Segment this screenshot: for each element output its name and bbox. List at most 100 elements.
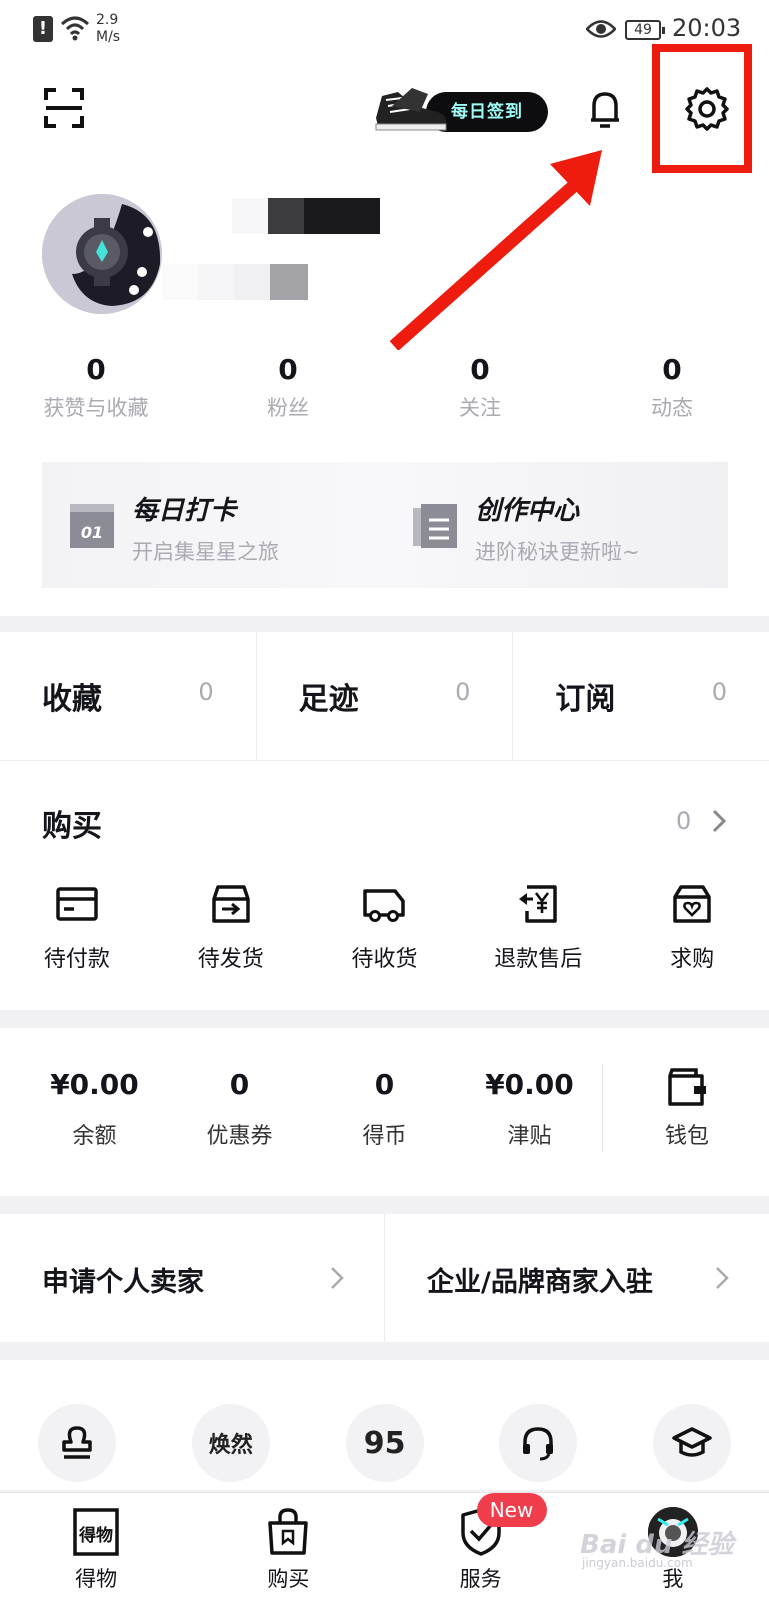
feature-title: 创作中心 (475, 496, 580, 526)
creator-center-card[interactable]: 创作中心 进阶秘诀更新啦~ (385, 462, 728, 588)
purchase-count[interactable]: 0 (676, 807, 691, 835)
nav-label: 购买 (267, 1567, 310, 1591)
stat-value: 0 (662, 353, 682, 386)
tool-text: 95 (363, 1425, 406, 1461)
daily-punch-card[interactable]: 01 每日打卡 开启集星星之旅 (42, 462, 385, 588)
history-entry[interactable]: 足迹 0 (257, 632, 514, 760)
tool-text: 焕然 (208, 1433, 253, 1458)
tool-95[interactable]: 95 (308, 1360, 462, 1490)
order-wanted[interactable]: 求购 (615, 883, 769, 973)
personal-seller-entry[interactable]: 申请个人卖家 (0, 1214, 385, 1342)
bell-icon[interactable] (583, 86, 627, 130)
profile-header: 每日签到 0 获赞与收藏 0 粉丝 0 关注 0 动态 01 每日打卡 开启集星… (0, 44, 769, 616)
wallet-label: 优惠券 (206, 1124, 273, 1149)
stat-label: 粉丝 (267, 396, 309, 420)
truck-icon (363, 889, 406, 922)
wallet-label: 津贴 (507, 1124, 552, 1149)
order-pending-receipt[interactable]: 待收货 (308, 883, 462, 973)
username-redacted (232, 198, 380, 234)
favorites-entry[interactable]: 收藏 0 (0, 632, 257, 760)
shopping-bag-icon (268, 1508, 309, 1555)
order-refund[interactable]: 退款售后 (461, 883, 615, 973)
collect-row: 收藏 0 足迹 0 订阅 0 (0, 632, 769, 760)
alert-icon: ! (33, 16, 53, 42)
stat-value: 0 (86, 353, 106, 386)
seller-row: 申请个人卖家 企业/品牌商家入驻 (0, 1214, 769, 1342)
new-badge: New (476, 1493, 547, 1527)
stat-value: 0 (470, 353, 490, 386)
divider (602, 1064, 603, 1152)
wallet-allowance[interactable]: ¥0.00 津贴 (457, 1066, 602, 1150)
chevron-right-icon (331, 1267, 344, 1289)
feature-subtitle: 开启集星星之旅 (132, 540, 279, 564)
nav-purchase[interactable]: 购买 (192, 1493, 384, 1600)
brand-merchant-entry[interactable]: 企业/品牌商家入驻 (385, 1214, 769, 1342)
95-icon: 95 (345, 1404, 424, 1482)
wallet-balances: ¥0.00 余额 0 优惠券 0 得币 ¥0.00 津贴 (22, 1066, 602, 1150)
tool-appraisal[interactable] (0, 1360, 154, 1490)
tool-academy[interactable] (615, 1360, 769, 1490)
document-icon (413, 504, 457, 548)
collect-count: 0 (711, 678, 728, 706)
order-pending-payment[interactable]: 待付款 (0, 883, 154, 973)
wallet-balance[interactable]: ¥0.00 余额 (22, 1066, 167, 1150)
card-icon (56, 887, 98, 921)
scan-icon[interactable] (44, 88, 84, 128)
chevron-right-icon[interactable] (712, 809, 726, 833)
settings-highlight-box (652, 44, 752, 173)
avatar[interactable] (42, 194, 162, 314)
daily-checkin-button[interactable]: 每日签到 (372, 84, 550, 134)
order-label: 待付款 (43, 947, 110, 972)
stat-label: 获赞与收藏 (43, 396, 149, 420)
calendar-icon: 01 (70, 504, 114, 548)
wallet-button[interactable]: 钱包 (632, 1066, 742, 1150)
tool-customer-service[interactable] (461, 1360, 615, 1490)
network-speed-value: 2.9 (96, 12, 119, 28)
wallet-coins[interactable]: 0 得币 (312, 1066, 457, 1150)
feature-title: 每日打卡 (132, 496, 237, 526)
refund-icon (519, 885, 558, 923)
sneaker-icon (375, 88, 447, 131)
nav-dewu[interactable]: 得物 得物 (0, 1493, 192, 1600)
wallet-value: 0 (374, 1068, 395, 1101)
stat-fans[interactable]: 0 粉丝 (192, 350, 384, 430)
tool-huanran[interactable]: 焕然 (154, 1360, 308, 1490)
headset-icon (499, 1404, 578, 1482)
stat-label: 动态 (651, 396, 693, 420)
feature-card: 01 每日打卡 开启集星星之旅 创作中心 进阶秘诀更新啦~ (42, 462, 728, 588)
seller-label: 申请个人卖家 (42, 1267, 204, 1298)
wallet-button-label: 钱包 (664, 1124, 709, 1149)
wallet-label: 余额 (72, 1124, 117, 1149)
stamp-icon (38, 1404, 116, 1482)
watch-avatar-icon (42, 194, 162, 314)
order-label: 求购 (670, 947, 715, 972)
nav-label: 得物 (75, 1567, 118, 1591)
wallet-section: ¥0.00 余额 0 优惠券 0 得币 ¥0.00 津贴 钱包 (0, 1028, 769, 1196)
wallet-value: ¥0.00 (50, 1068, 139, 1101)
collect-label: 收藏 (42, 682, 102, 717)
stat-posts[interactable]: 0 动态 (576, 350, 768, 430)
stat-value: 0 (278, 353, 298, 386)
calendar-icon-text: 01 (81, 523, 103, 542)
nav-service[interactable]: New 服务 (385, 1493, 577, 1600)
order-status-list: 待付款 待发货 待收货 退款售后 求购 (0, 883, 769, 973)
order-pending-shipment[interactable]: 待发货 (154, 883, 308, 973)
feature-subtitle: 进阶秘诀更新啦~ (475, 540, 640, 564)
wallet-coupons[interactable]: 0 优惠券 (167, 1066, 312, 1150)
bag-heart-icon (673, 885, 711, 923)
tools-row: 焕然 95 (0, 1360, 769, 1490)
huanran-icon: 焕然 (191, 1404, 270, 1482)
stat-likes[interactable]: 0 获赞与收藏 (0, 350, 192, 430)
subscriptions-entry[interactable]: 订阅 0 (513, 632, 769, 760)
order-label: 退款售后 (494, 947, 583, 972)
stat-following[interactable]: 0 关注 (384, 350, 576, 430)
stat-label: 关注 (459, 396, 501, 420)
dewu-logo-text: 得物 (78, 1525, 113, 1546)
collect-label: 足迹 (298, 682, 359, 717)
clock: 20:03 (672, 14, 742, 42)
dewu-logo-icon: 得物 (73, 1508, 119, 1556)
network-speed-unit: M/s (96, 29, 121, 45)
eye-icon (586, 20, 616, 38)
wifi-icon (60, 16, 90, 41)
wallet-label: 得币 (362, 1124, 407, 1149)
